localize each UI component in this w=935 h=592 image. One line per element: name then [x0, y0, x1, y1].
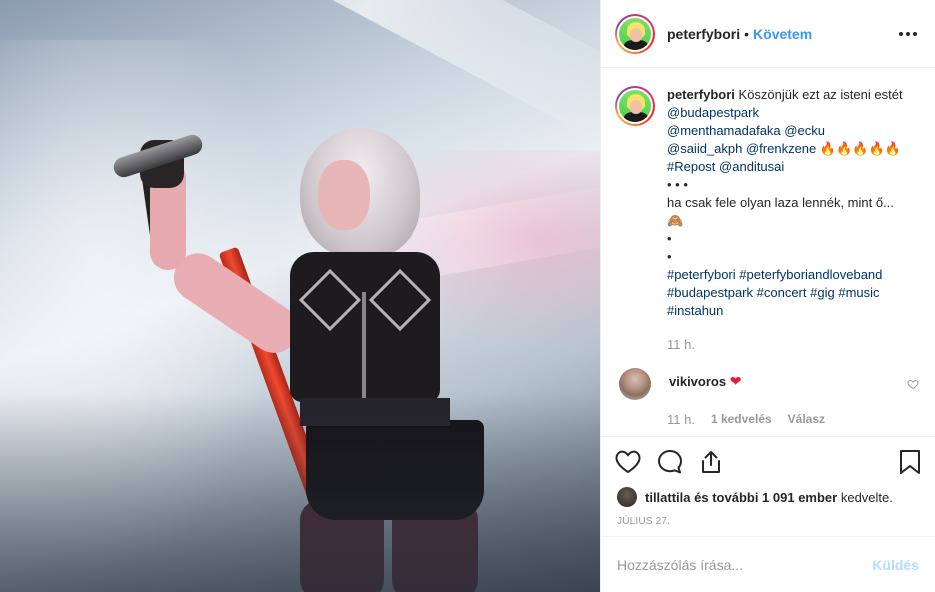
hashtag-link[interactable]: #budapestpark [667, 285, 753, 300]
performer-top [290, 252, 440, 402]
hashtag-link[interactable]: #Repost [667, 159, 715, 174]
hashtag-link[interactable]: #concert [757, 285, 807, 300]
liker-username[interactable]: tillattila [645, 490, 691, 505]
comment-meta: 11 h. 1 kedvelés Válasz [667, 412, 919, 427]
post-photo[interactable] [0, 0, 600, 592]
caption-avatar[interactable] [615, 86, 655, 126]
fire-emoji: 🔥🔥🔥🔥🔥 [819, 141, 901, 156]
likes-summary: tillattila és további 1 091 ember kedvel… [601, 486, 935, 508]
caption-text: peterfybori Köszönjük ezt az isteni esté… [667, 86, 919, 354]
comment-likes[interactable]: 1 kedvelés [711, 412, 772, 427]
more-horizontal-icon[interactable] [895, 26, 921, 42]
heart-icon[interactable] [615, 450, 641, 474]
mention-link[interactable]: @menthamadafaka [667, 123, 781, 138]
mention-link[interactable]: @budapestpark [667, 105, 759, 120]
caption-line: ha csak fele olyan laza lennék, mint ő..… [667, 195, 894, 210]
add-comment-bar: Küldés [601, 536, 935, 592]
comment-input[interactable] [617, 556, 873, 573]
header-username[interactable]: peterfybori [667, 26, 740, 42]
caption: peterfybori Köszönjük ezt az isteni esté… [615, 86, 919, 354]
hashtag-link[interactable]: #music [838, 285, 879, 300]
caption-dots: • • • [667, 177, 688, 192]
mention-link[interactable]: @saiid_akph [667, 141, 742, 156]
caption-line: Köszönjük ezt az isteni estét [738, 87, 903, 102]
caption-bullet: • [667, 231, 672, 246]
hashtag-link[interactable]: #peterfybori [667, 267, 736, 282]
post-date[interactable]: JÚLIUS 27. [601, 508, 935, 536]
caption-time[interactable]: 11 h. [667, 336, 919, 354]
follow-button[interactable]: Követem [753, 26, 812, 42]
likes-suffix: kedvelte. [840, 489, 893, 505]
comment-icon[interactable] [657, 449, 683, 475]
likes-count[interactable]: és további 1 091 ember [694, 490, 837, 505]
comment-time[interactable]: 11 h. [667, 412, 695, 427]
performer-face [318, 160, 370, 230]
reply-button[interactable]: Válasz [788, 412, 825, 427]
share-icon[interactable] [699, 449, 723, 475]
avatar[interactable] [615, 13, 655, 54]
mention-link[interactable]: @frenkzene [746, 141, 816, 156]
liker-avatar[interactable] [617, 487, 637, 507]
caption-bullet: • [667, 249, 672, 264]
monkey-emoji: 🙈 [667, 213, 684, 228]
hashtag-link[interactable]: #gig [810, 285, 835, 300]
top-panel [368, 268, 432, 332]
comment-avatar[interactable] [619, 368, 651, 400]
bookmark-icon[interactable] [899, 449, 921, 475]
post-header: peterfybori • Követem [601, 0, 935, 68]
hashtag-link[interactable]: #instahun [667, 303, 723, 318]
comment-row: vikivoros ❤ [615, 368, 919, 400]
top-zip [362, 292, 366, 402]
photo-shadow [0, 392, 600, 592]
hashtag-link[interactable]: #peterfyboriandloveband [739, 267, 882, 282]
send-button[interactable]: Küldés [872, 557, 919, 573]
comment-text: vikivoros ❤ [669, 368, 741, 400]
comment-username[interactable]: vikivoros [669, 374, 726, 389]
action-bar [601, 436, 935, 486]
comments-section: peterfybori Köszönjük ezt az isteni esté… [601, 68, 935, 436]
avatar-image [617, 15, 653, 52]
heart-emoji: ❤ [729, 373, 742, 389]
post-sidebar: peterfybori • Követem peterfybori Köszön… [600, 0, 935, 592]
small-heart-icon[interactable] [907, 378, 919, 390]
caption-username[interactable]: peterfybori [667, 87, 735, 102]
top-panel [298, 268, 362, 332]
mention-link[interactable]: @anditusai [719, 159, 784, 174]
header-separator: • [744, 25, 750, 42]
mention-link[interactable]: @ecku [784, 123, 825, 138]
